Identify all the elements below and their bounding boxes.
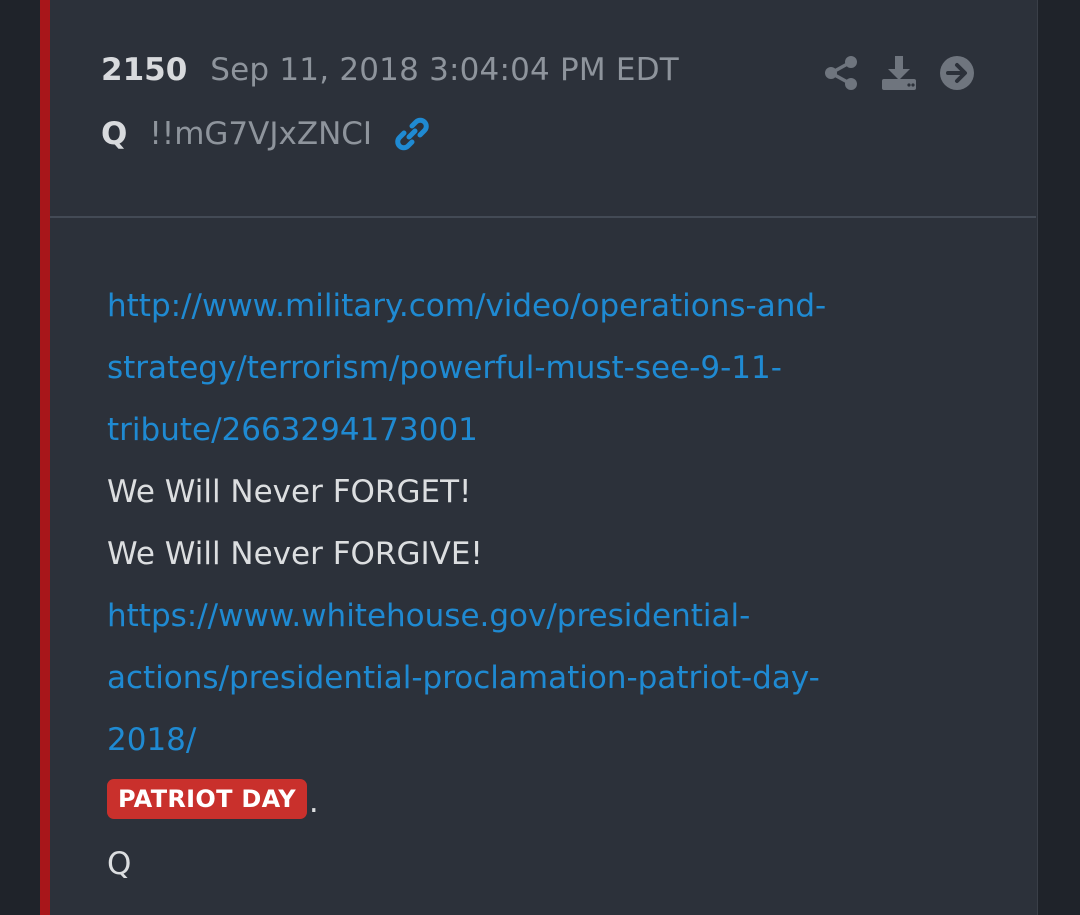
military-link-line-2[interactable]: strategy/terrorism/powerful-must-see-9-1… [107, 337, 987, 399]
post-author: Q !!mG7VJxZNCI [101, 114, 432, 154]
patriot-day-tag[interactable]: PATRIOT DAY [107, 779, 307, 819]
share-icon[interactable] [822, 54, 860, 92]
tag-suffix: . [308, 784, 319, 820]
tripcode: !!mG7VJxZNCI [149, 116, 373, 152]
author-name: Q [101, 116, 128, 152]
post-accent-bar [40, 0, 50, 915]
post-actions [822, 54, 996, 92]
download-icon[interactable] [880, 54, 918, 92]
whitehouse-link-line-3[interactable]: 2018/ [107, 709, 987, 771]
link-icon[interactable] [392, 114, 432, 154]
post-meta: 2150 Sep 11, 2018 3:04:04 PM EDT [101, 52, 679, 88]
military-link-line-1[interactable]: http://www.military.com/video/operations… [107, 275, 987, 337]
post-body: http://www.military.com/video/operations… [107, 275, 987, 895]
arrow-circle-right-icon[interactable] [938, 54, 976, 92]
military-link-line-3[interactable]: tribute/2663294173001 [107, 399, 987, 461]
whitehouse-link-line-2[interactable]: actions/presidential-proclamation-patrio… [107, 647, 987, 709]
signature: Q [107, 846, 132, 882]
post-date: Sep 11, 2018 3:04:04 PM EDT [210, 52, 679, 88]
tag-line: PATRIOT DAY . [107, 771, 987, 833]
whitehouse-link-line-1[interactable]: https://www.whitehouse.gov/presidential- [107, 585, 987, 647]
page: 2150 Sep 11, 2018 3:04:04 PM EDT Q !!mG7… [0, 0, 1080, 915]
post-header: 2150 Sep 11, 2018 3:04:04 PM EDT Q !!mG7… [50, 0, 1036, 218]
body-text-forget: We Will Never FORGET! [107, 474, 472, 510]
post-number: 2150 [101, 52, 188, 88]
body-text-forgive: We Will Never FORGIVE! [107, 536, 483, 572]
